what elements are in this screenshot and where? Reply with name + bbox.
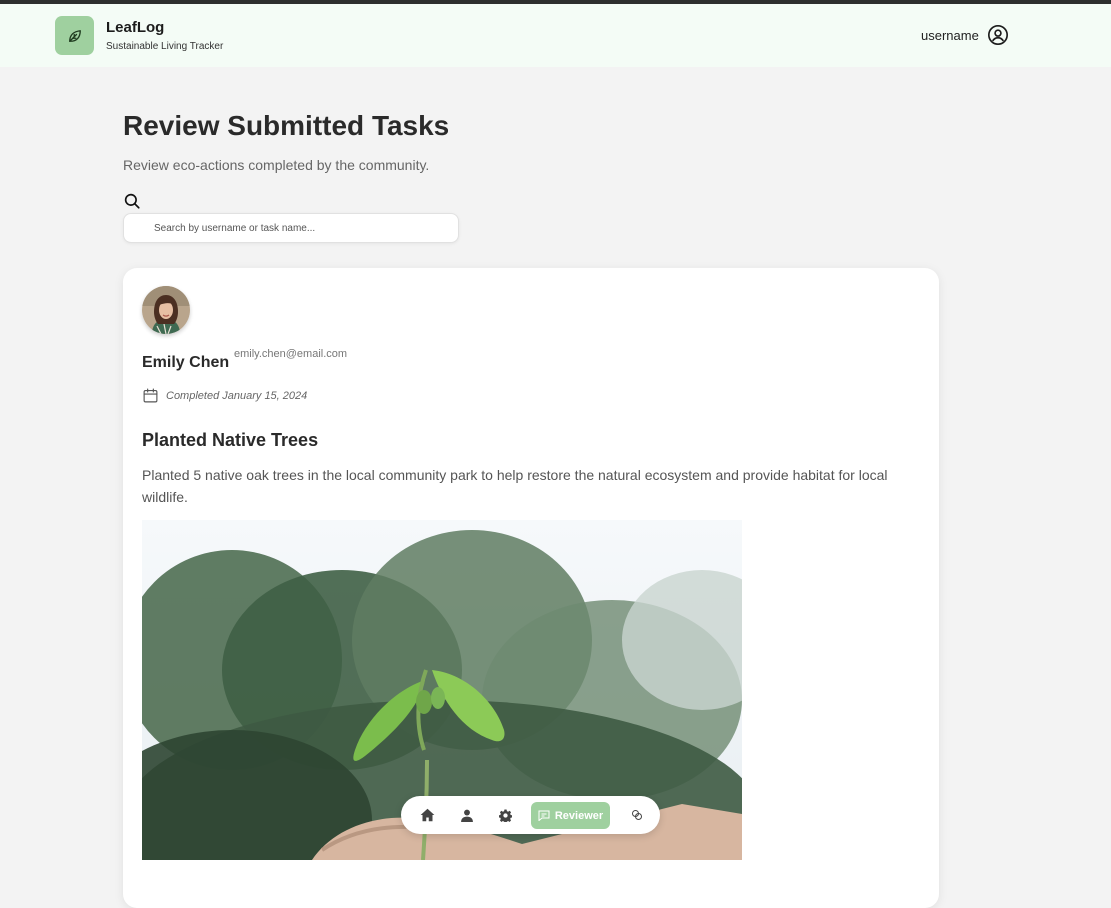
user-menu[interactable]: username bbox=[921, 24, 1009, 46]
nav-profile[interactable] bbox=[457, 796, 477, 834]
app-logo[interactable] bbox=[55, 16, 94, 55]
reviewer-icon bbox=[538, 810, 550, 821]
user-circle-icon bbox=[987, 25, 1008, 45]
page-title: Review Submitted Tasks bbox=[123, 110, 450, 141]
search-input[interactable] bbox=[123, 213, 459, 243]
nav-settings[interactable] bbox=[495, 796, 515, 834]
bottom-nav: Reviewer bbox=[401, 796, 660, 834]
app-name: LeafLog bbox=[106, 19, 165, 36]
avatar bbox=[142, 286, 190, 334]
nav-reviewer[interactable]: Reviewer bbox=[531, 802, 610, 829]
home-icon bbox=[420, 808, 434, 822]
nav-reviewer-label: Reviewer bbox=[554, 809, 604, 822]
calendar-icon bbox=[143, 388, 158, 403]
task-description: Planted 5 native oak trees in the local … bbox=[142, 467, 888, 505]
app-header: LeafLog Sustainable Living Tracker usern… bbox=[0, 4, 1111, 67]
task-title: Planted Native Trees bbox=[142, 430, 319, 450]
nav-coins[interactable] bbox=[627, 796, 647, 834]
settings-icon bbox=[498, 809, 512, 822]
search-icon[interactable] bbox=[123, 192, 141, 215]
submitter-email: emily.chen@email.com bbox=[234, 348, 348, 360]
completed-date: Completed January 15, 2024 bbox=[166, 389, 308, 402]
page-subtitle: Review eco-actions completed by the comm… bbox=[123, 157, 430, 173]
nav-home[interactable] bbox=[417, 796, 437, 834]
profile-icon bbox=[461, 809, 473, 822]
leaf-icon bbox=[68, 29, 81, 42]
completed-date-row: Completed January 15, 2024 bbox=[142, 387, 307, 404]
username-label: username bbox=[921, 27, 979, 43]
coins-icon bbox=[632, 810, 642, 820]
submitter-name: Emily Chen bbox=[142, 354, 230, 371]
app-tagline: Sustainable Living Tracker bbox=[106, 41, 224, 52]
